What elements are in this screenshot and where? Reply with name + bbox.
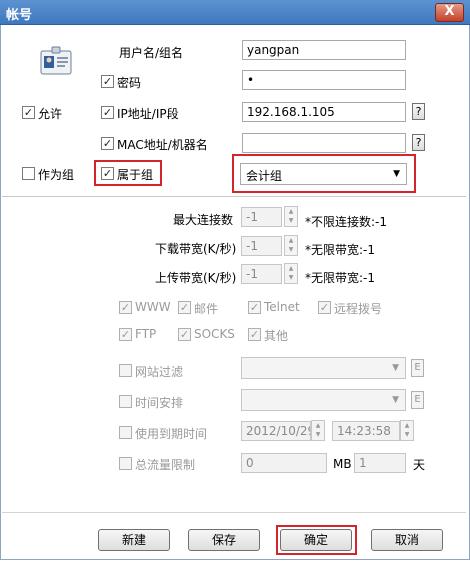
ok-button[interactable]: 确定 [280, 529, 352, 551]
upload-label: 上传带宽(K/秒) [155, 271, 237, 285]
download-label: 下载带宽(K/秒) [155, 242, 237, 256]
traffic-input[interactable]: 0 [241, 453, 327, 473]
socks-label: SOCKS [194, 327, 235, 341]
socks-checkbox[interactable]: ✓ [178, 328, 191, 341]
belong-group-checkbox[interactable]: ✓ [101, 167, 114, 180]
group-select-value: 会计组 [246, 169, 283, 183]
section-divider [2, 196, 466, 197]
download-hint: *无限带宽:-1 [305, 243, 376, 257]
upload-input[interactable]: -1 [241, 264, 282, 284]
chevron-down-icon: ▼ [392, 395, 399, 405]
remote-dial-label: 远程拨号 [334, 302, 383, 316]
save-button[interactable]: 保存 [188, 529, 260, 551]
traffic-label: 总流量限制 [135, 458, 196, 472]
ftp-checkbox[interactable]: ✓ [119, 328, 132, 341]
chevron-down-icon: ▼ [393, 169, 400, 179]
title-bar: 帐号 X [0, 0, 470, 25]
download-input[interactable]: -1 [241, 236, 282, 256]
ip-help-button[interactable]: ? [412, 103, 425, 120]
mac-help-button[interactable]: ? [412, 134, 425, 151]
web-filter-edit-button[interactable]: E [411, 359, 424, 377]
expire-time-spinner[interactable]: ▲ ▼ [400, 420, 414, 441]
mail-checkbox[interactable]: ✓ [178, 301, 191, 314]
password-checkbox[interactable]: ✓ [101, 75, 114, 88]
allow-checkbox[interactable]: ✓ [22, 106, 35, 119]
expire-checkbox[interactable] [119, 426, 132, 439]
max-conn-hint: *不限连接数:-1 [305, 215, 388, 229]
cancel-button[interactable]: 取消 [371, 529, 443, 551]
other-checkbox[interactable]: ✓ [248, 328, 261, 341]
mac-input[interactable] [242, 133, 406, 153]
username-input[interactable]: yangpan [242, 40, 406, 60]
max-conn-input[interactable]: -1 [241, 207, 282, 227]
max-conn-spinner[interactable]: ▲ ▼ [284, 206, 298, 227]
traffic-unit: MB [333, 457, 352, 471]
upload-hint: *无限带宽:-1 [305, 271, 376, 285]
account-card-icon [40, 46, 72, 76]
as-group-label: 作为组 [38, 168, 75, 182]
as-group-checkbox[interactable] [22, 167, 35, 180]
schedule-select[interactable]: ▼ [241, 389, 406, 411]
days-input[interactable]: 1 [354, 453, 406, 473]
other-label: 其他 [264, 329, 289, 343]
remote-dial-checkbox[interactable]: ✓ [318, 301, 331, 314]
schedule-checkbox[interactable] [119, 395, 132, 408]
schedule-label: 时间安排 [135, 396, 184, 410]
ip-label: IP地址/IP段 [117, 107, 179, 121]
ip-input[interactable]: 192.168.1.105 [242, 102, 406, 122]
password-input[interactable]: • [242, 70, 406, 90]
expire-time-input[interactable]: 14:23:58 [332, 421, 400, 441]
mac-checkbox[interactable]: ✓ [101, 137, 114, 150]
mail-label: 邮件 [194, 302, 219, 316]
expire-label: 使用到期时间 [135, 427, 208, 441]
ftp-label: FTP [135, 327, 157, 341]
telnet-checkbox[interactable]: ✓ [248, 301, 261, 314]
max-conn-label: 最大连接数 [173, 213, 234, 227]
belong-group-label: 属于组 [117, 168, 154, 182]
telnet-label: Telnet [264, 300, 300, 314]
upload-spinner[interactable]: ▲ ▼ [284, 263, 298, 284]
web-filter-checkbox[interactable] [119, 364, 132, 377]
www-label: WWW [135, 300, 171, 314]
close-button[interactable]: X [435, 3, 464, 22]
new-button[interactable]: 新建 [98, 529, 170, 551]
schedule-edit-button[interactable]: E [411, 391, 424, 409]
ip-checkbox[interactable]: ✓ [101, 106, 114, 119]
button-bar-divider [2, 512, 466, 513]
window-title: 帐号 [6, 8, 33, 23]
days-unit: 天 [413, 458, 426, 472]
web-filter-label: 网站过滤 [135, 365, 184, 379]
download-spinner[interactable]: ▲ ▼ [284, 235, 298, 256]
username-label: 用户名/组名 [119, 46, 184, 60]
expire-date-spinner[interactable]: ▲ ▼ [311, 420, 325, 441]
expire-date-input[interactable]: 2012/10/29 [241, 421, 311, 441]
traffic-checkbox[interactable] [119, 457, 132, 470]
web-filter-select[interactable]: ▼ [241, 357, 406, 379]
password-label: 密码 [117, 76, 142, 90]
www-checkbox[interactable]: ✓ [119, 301, 132, 314]
allow-label: 允许 [38, 107, 63, 121]
chevron-down-icon: ▼ [392, 363, 399, 373]
mac-label: MAC地址/机器名 [117, 138, 208, 152]
group-select[interactable]: 会计组 ▼ [240, 163, 407, 185]
